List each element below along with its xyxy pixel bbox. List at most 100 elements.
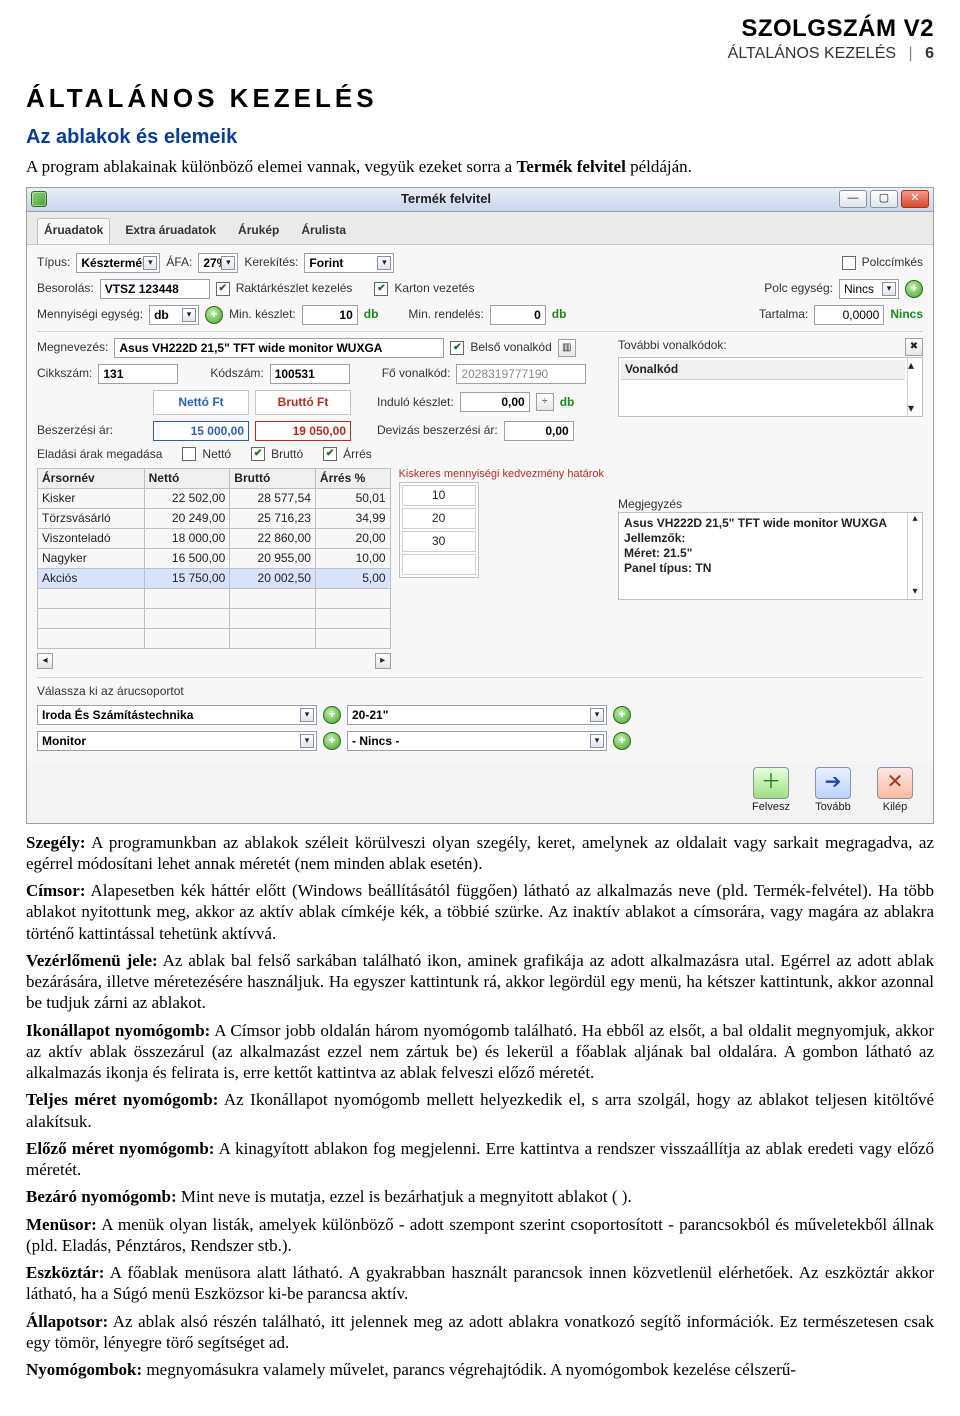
- arucsoport1-select[interactable]: [37, 705, 317, 725]
- tab-arulista[interactable]: Árulista: [294, 218, 353, 244]
- close-button[interactable]: ✕: [901, 190, 929, 208]
- devizas-input[interactable]: [504, 421, 574, 441]
- titlebar[interactable]: Termék felvitel — ▢ ✕: [27, 188, 933, 212]
- scroll-left-icon[interactable]: ◂: [37, 653, 53, 669]
- add-icon[interactable]: +: [613, 732, 631, 750]
- belso-checkbox[interactable]: [450, 341, 464, 355]
- section-name: ÁLTALÁNOS KEZELÉS: [728, 45, 896, 62]
- tab-arukep[interactable]: Árukép: [231, 218, 286, 244]
- add-icon[interactable]: +: [905, 280, 923, 298]
- kedv-cell[interactable]: 30: [402, 531, 476, 552]
- label-devizas: Devizás beszerzési ár:: [377, 423, 498, 438]
- barcode-icon[interactable]: ▥: [558, 339, 576, 357]
- price-table[interactable]: Ársornév Nettó Bruttó Árrés % Kisker22 5…: [37, 468, 391, 649]
- label-megjegyzes: Megjegyzés: [618, 497, 682, 511]
- scroll-up-icon[interactable]: ▴: [908, 358, 922, 373]
- megnevezes-input[interactable]: [114, 338, 444, 358]
- label-kiskeres: Kiskeres mennyiségi kedvezmény határok: [399, 468, 604, 480]
- para-menusor: Menüsor: A menük olyan listák, amelyek k…: [26, 1214, 934, 1257]
- plus-icon: ＋: [753, 767, 789, 799]
- scroll-down-icon[interactable]: ▾: [908, 401, 922, 416]
- beszar-brutto[interactable]: [255, 421, 351, 441]
- tab-strip: Áruadatok Extra áruadatok Árukép Árulist…: [27, 212, 933, 245]
- tartalma-input[interactable]: [814, 305, 884, 325]
- label-arres: Árrés: [343, 447, 372, 462]
- chevron-down-icon[interactable]: ▾: [143, 256, 157, 270]
- add-icon[interactable]: +: [323, 706, 341, 724]
- felvesz-button[interactable]: ＋Felvesz: [743, 767, 799, 815]
- chevron-down-icon[interactable]: ▾: [590, 734, 604, 748]
- minimize-button[interactable]: —: [839, 190, 867, 208]
- minkeszlet-input[interactable]: [302, 305, 358, 325]
- label-cikkszam: Cikkszám:: [37, 366, 92, 381]
- add-icon[interactable]: +: [613, 706, 631, 724]
- tab-aruadatok[interactable]: Áruadatok: [37, 218, 110, 244]
- table-row: [38, 608, 391, 628]
- chevron-down-icon[interactable]: ▾: [182, 308, 196, 322]
- arres-checkbox[interactable]: [323, 447, 337, 461]
- stepper-icon[interactable]: ÷: [536, 393, 554, 411]
- table-row: Akciós15 750,0020 002,505,00: [38, 568, 391, 588]
- header-sub: ÁLTALÁNOS KEZELÉS | 6: [26, 44, 934, 64]
- chevron-down-icon[interactable]: ▾: [300, 734, 314, 748]
- para-ikon: Ikonállapot nyomógomb: A Címsor jobb old…: [26, 1020, 934, 1084]
- close-icon: ✕: [877, 767, 913, 799]
- tovabb-button[interactable]: ➔Tovább: [805, 767, 861, 815]
- megjegyzes-textarea[interactable]: Asus VH222D 21,5" TFT wide monitor WUXGA…: [618, 512, 923, 600]
- maximize-button[interactable]: ▢: [870, 190, 898, 208]
- scroll-up-icon[interactable]: ▴: [908, 513, 922, 526]
- vonalkod-list[interactable]: Vonalkód ▴▾: [618, 357, 923, 417]
- scroll-down-icon[interactable]: ▾: [908, 586, 922, 599]
- app-icon[interactable]: [31, 191, 47, 207]
- horizontal-scrollbar[interactable]: ◂ ▸: [37, 653, 391, 669]
- kedv-cell[interactable]: 20: [402, 508, 476, 529]
- delete-icon[interactable]: ✖: [905, 338, 923, 356]
- kedv-cell[interactable]: 10: [402, 485, 476, 506]
- chevron-down-icon[interactable]: ▾: [221, 256, 235, 270]
- arucsoport2b-select[interactable]: [347, 731, 607, 751]
- fovonalkod-input[interactable]: [456, 364, 586, 384]
- add-icon[interactable]: +: [323, 732, 341, 750]
- cikkszam-input[interactable]: [98, 364, 178, 384]
- chevron-down-icon[interactable]: ▾: [377, 256, 391, 270]
- arrow-right-icon: ➔: [815, 767, 851, 799]
- beszar-netto[interactable]: [153, 421, 249, 441]
- arucsoport2-select[interactable]: [37, 731, 317, 751]
- label-kerekites: Kerekítés:: [244, 255, 298, 270]
- kodszam-input[interactable]: [270, 364, 350, 384]
- chevron-down-icon[interactable]: ▾: [590, 708, 604, 722]
- unit-db: db: [552, 307, 567, 322]
- label-mennyegys: Mennyiségi egység:: [37, 307, 143, 322]
- chevron-down-icon[interactable]: ▾: [300, 708, 314, 722]
- label-netto: Nettó: [202, 447, 231, 462]
- note-line: Panel típus: TN: [624, 561, 904, 576]
- label-beszar: Beszerzési ár:: [37, 423, 147, 438]
- minrend-input[interactable]: [490, 305, 546, 325]
- kilep-button[interactable]: ✕Kilép: [867, 767, 923, 815]
- karton-checkbox[interactable]: [374, 282, 388, 296]
- table-row: [38, 588, 391, 608]
- label-karton: Karton vezetés: [394, 281, 474, 296]
- label-raktar: Raktárkészlet kezelés: [236, 281, 353, 296]
- col-brutto: Bruttó: [230, 468, 316, 488]
- polccimkes-checkbox[interactable]: [842, 256, 856, 270]
- table-row: [38, 628, 391, 648]
- raktar-checkbox[interactable]: [216, 282, 230, 296]
- scroll-right-icon[interactable]: ▸: [375, 653, 391, 669]
- netto-checkbox[interactable]: [182, 447, 196, 461]
- col-arres: Árrés %: [315, 468, 390, 488]
- brutto-checkbox[interactable]: [251, 447, 265, 461]
- tab-extra[interactable]: Extra áruadatok: [118, 218, 223, 244]
- note-line: Méret: 21.5": [624, 546, 904, 561]
- label-brutto: Bruttó: [271, 447, 303, 462]
- label-polcegyseg: Polc egység:: [764, 281, 833, 296]
- label-eladasi: Eladási árak megadása: [37, 447, 162, 462]
- para-cimsor: Címsor: Alapesetben kék háttér előtt (Wi…: [26, 880, 934, 944]
- besorolas-input[interactable]: [100, 279, 210, 299]
- arucsoport1b-select[interactable]: [347, 705, 607, 725]
- indulo-input[interactable]: [460, 392, 530, 412]
- chevron-down-icon[interactable]: ▾: [882, 282, 896, 296]
- add-icon[interactable]: +: [205, 306, 223, 324]
- kedv-table[interactable]: 10 20 30: [399, 482, 479, 578]
- label-tartalma: Tartalma:: [759, 307, 808, 322]
